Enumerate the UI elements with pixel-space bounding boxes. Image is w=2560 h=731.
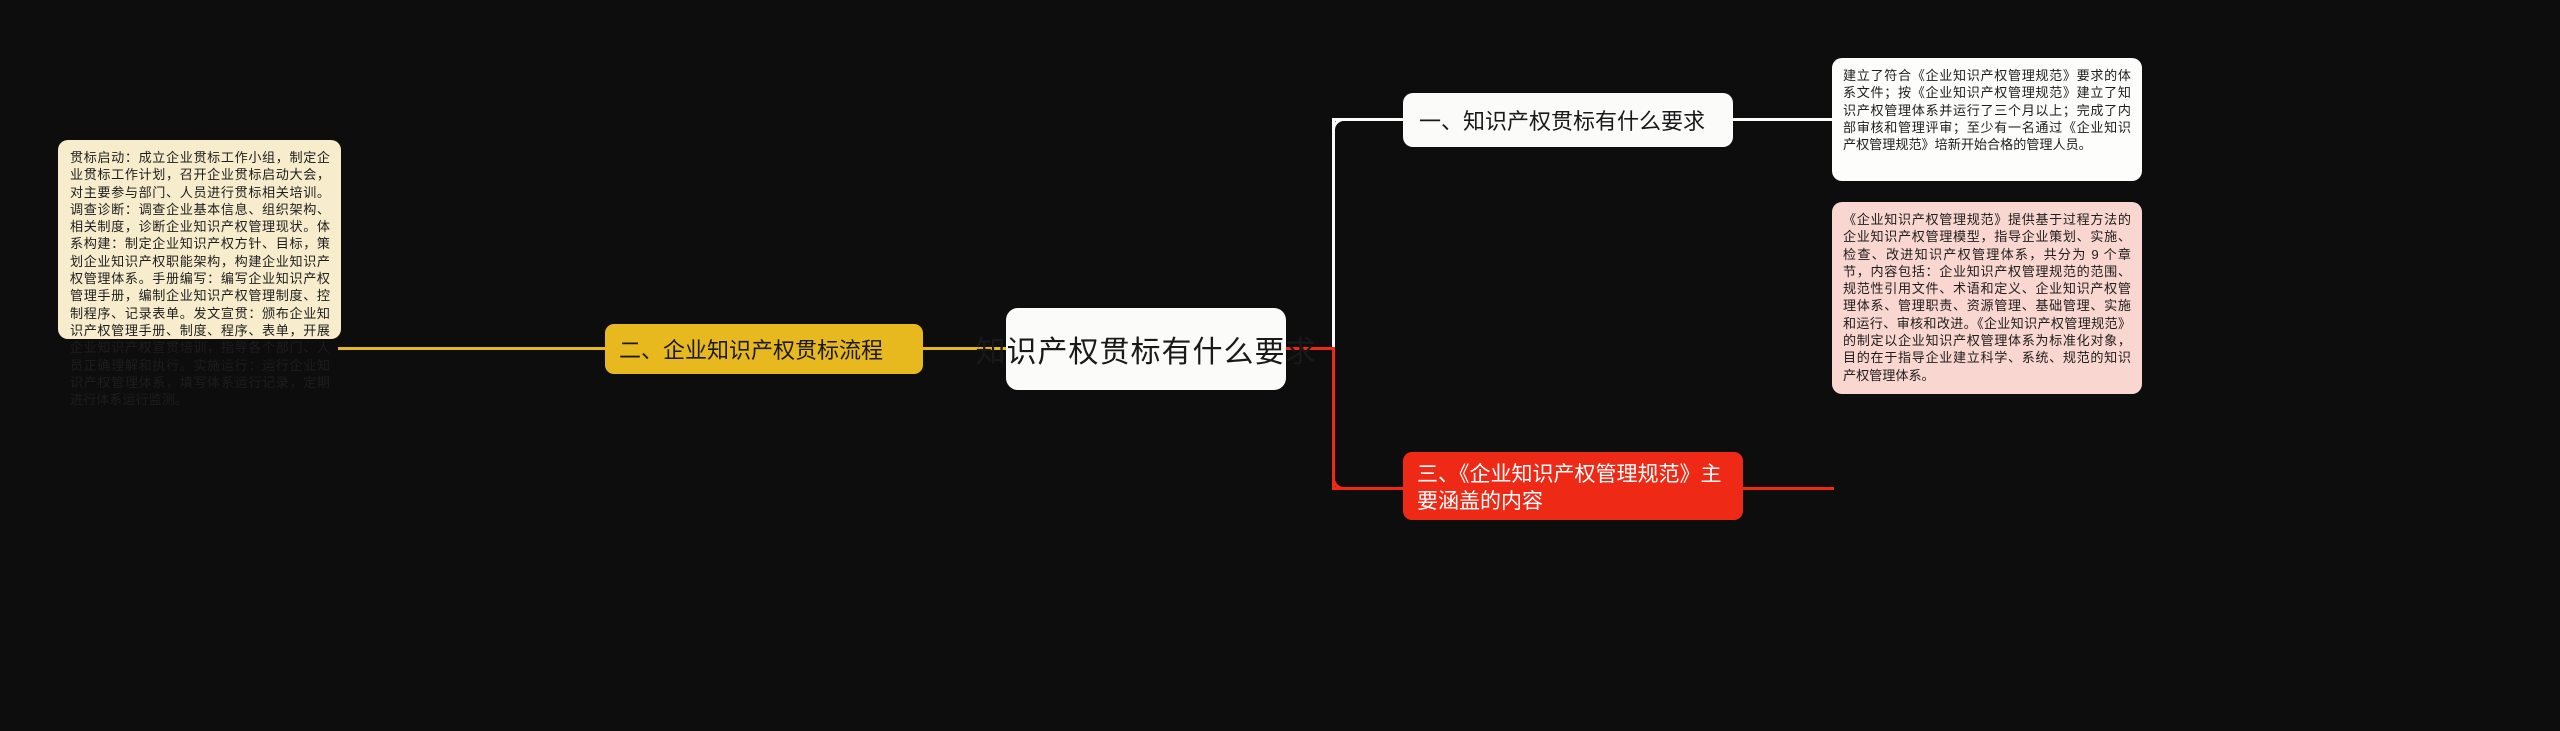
detail-box-process-text: 贯标启动：成立企业贯标工作小组，制定企业贯标工作计划，召开企业贯标启动大会，对主… (70, 150, 330, 408)
branch-node-requirements[interactable]: 一、知识产权贯标有什么要求 (1403, 93, 1733, 147)
branch-node-standard-scope[interactable]: 三、《企业知识产权管理规范》主要涵盖的内容 (1403, 452, 1743, 520)
branch-node-standard-scope-label: 三、《企业知识产权管理规范》主要涵盖的内容 (1417, 463, 1722, 513)
connector-yellow-to-beige (338, 347, 608, 350)
connector-red-corner (1332, 464, 1358, 490)
connector-white-corner (1332, 118, 1358, 144)
detail-box-standard-scope-text: 《企业知识产权管理规范》提供基于过程方法的企业知识产权管理模型，指导企业策划、实… (1843, 212, 2131, 383)
connector-white-vertical (1332, 118, 1335, 350)
detail-box-requirements[interactable]: 建立了符合《企业知识产权管理规范》要求的体系文件；按《企业知识产权管理规范》建立… (1832, 58, 2142, 181)
root-node-label: 知识产权贯标有什么要求 (975, 336, 1317, 369)
mindmap-canvas: 贯标启动：成立企业贯标工作小组，制定企业贯标工作计划，召开企业贯标启动大会，对主… (0, 0, 2560, 731)
branch-node-requirements-label: 一、知识产权贯标有什么要求 (1419, 109, 1706, 134)
detail-box-standard-scope[interactable]: 《企业知识产权管理规范》提供基于过程方法的企业知识产权管理模型，指导企业策划、实… (1832, 202, 2142, 394)
detail-box-process[interactable]: 贯标启动：成立企业贯标工作小组，制定企业贯标工作计划，召开企业贯标启动大会，对主… (58, 140, 341, 407)
branch-node-process-label: 二、企业知识产权贯标流程 (619, 338, 884, 363)
connector-white-to-detail (1732, 118, 1834, 121)
detail-box-requirements-text: 建立了符合《企业知识产权管理规范》要求的体系文件；按《企业知识产权管理规范》建立… (1843, 68, 2131, 153)
root-node[interactable]: 知识产权贯标有什么要求 (976, 308, 1316, 390)
branch-node-process[interactable]: 二、企业知识产权贯标流程 (605, 324, 923, 374)
connector-red-to-detail (1742, 487, 1834, 490)
